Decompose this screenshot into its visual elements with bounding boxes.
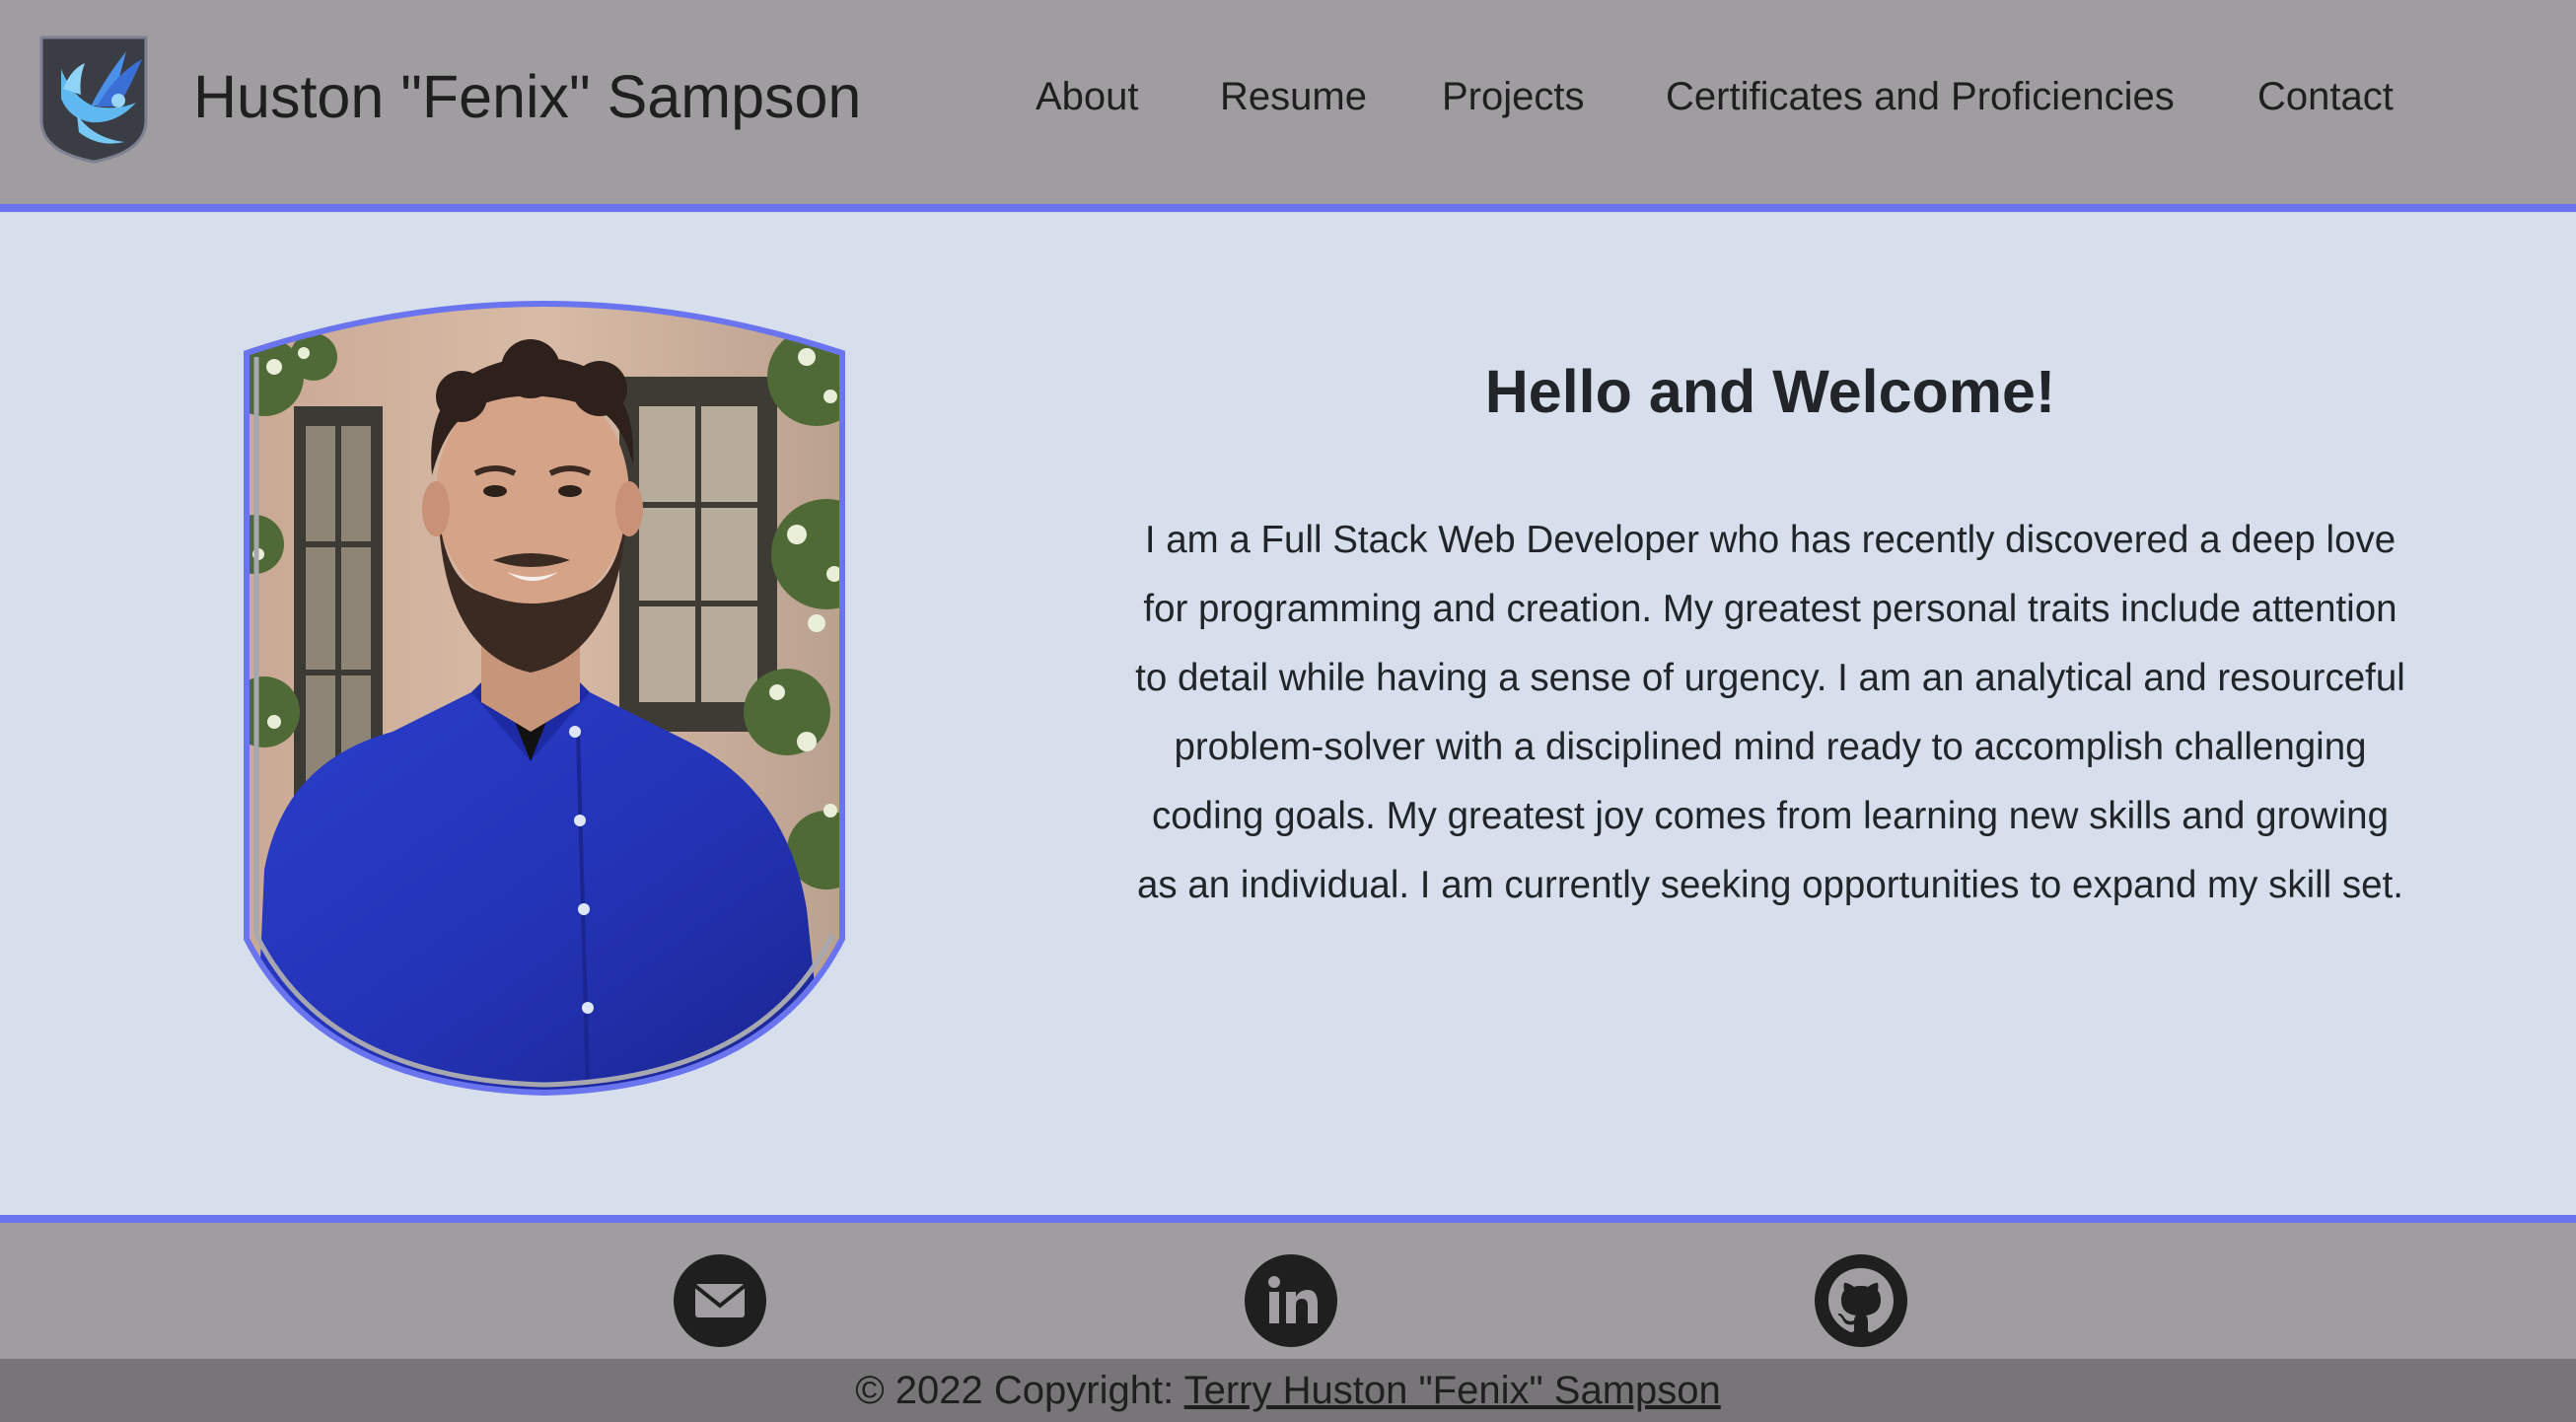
site-header: Huston "Fenix" Sampson About Resume Proj… — [0, 0, 2576, 212]
site-title[interactable]: Huston "Fenix" Sampson — [193, 57, 861, 136]
github-icon[interactable] — [1815, 1254, 1907, 1347]
nav-resume[interactable]: Resume — [1220, 65, 1367, 128]
nav-contact[interactable]: Contact — [2257, 65, 2394, 128]
phoenix-logo-icon[interactable] — [34, 30, 154, 166]
site-footer: © 2022 Copyright: Terry Huston "Fenix" S… — [0, 1215, 2576, 1422]
copyright-link[interactable]: Terry Huston "Fenix" Sampson — [1184, 1369, 1721, 1412]
profile-portrait — [235, 298, 854, 1099]
welcome-heading: Hello and Welcome! — [1484, 358, 2056, 425]
welcome-paragraph: I am a Full Stack Web Developer who has … — [1135, 519, 2405, 906]
page: Huston "Fenix" Sampson About Resume Proj… — [0, 0, 2576, 1422]
nav-certificates[interactable]: Certificates and Proficiencies — [1666, 65, 2175, 128]
nav-projects[interactable]: Projects — [1442, 65, 1585, 128]
copyright-bar: © 2022 Copyright: Terry Huston "Fenix" S… — [0, 1359, 2576, 1422]
email-icon[interactable] — [674, 1254, 766, 1347]
linkedin-icon[interactable] — [1245, 1254, 1337, 1347]
copyright-text: © 2022 Copyright: — [855, 1369, 1175, 1412]
nav-about[interactable]: About — [1036, 65, 1139, 128]
